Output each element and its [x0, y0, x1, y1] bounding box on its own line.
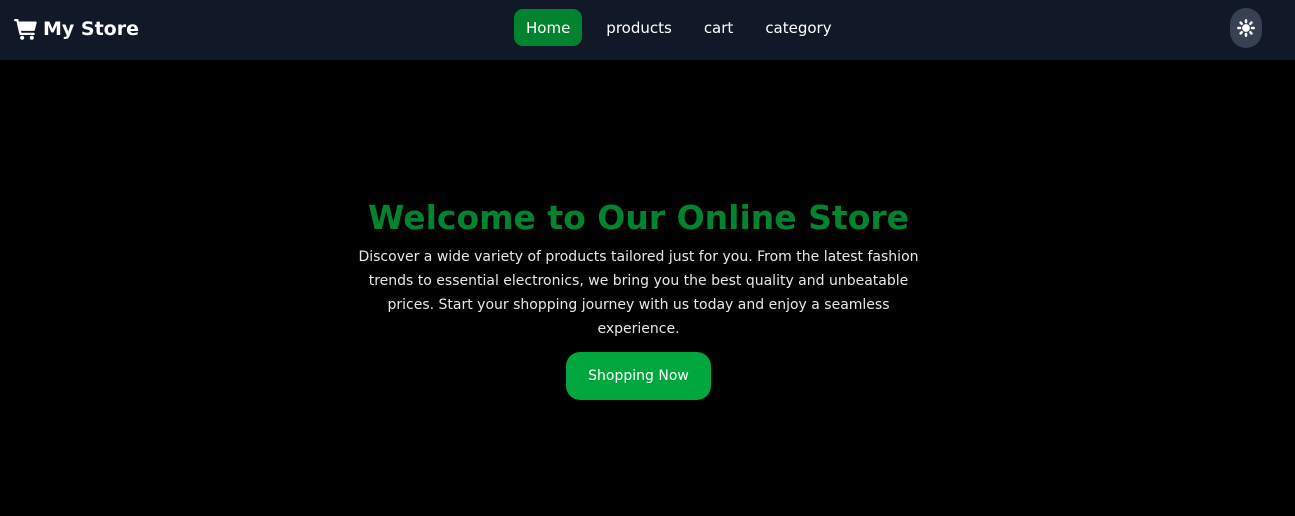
nav-links: Home products cart category — [514, 9, 848, 46]
shopping-now-button[interactable]: Shopping Now — [566, 352, 711, 400]
brand-name: My Store — [43, 18, 139, 40]
hero-section: Welcome to Our Online Store Discover a w… — [0, 60, 1295, 516]
nav-link-products[interactable]: products — [598, 9, 680, 46]
theme-toggle-button[interactable] — [1230, 8, 1262, 48]
hero-content: Welcome to Our Online Store Discover a w… — [355, 196, 922, 400]
hero-title: Welcome to Our Online Store — [367, 198, 910, 237]
nav-link-category[interactable]: category — [757, 9, 839, 46]
nav-link-cart[interactable]: cart — [696, 9, 742, 46]
sun-icon — [1237, 19, 1255, 37]
brand-logo[interactable]: My Store — [14, 16, 139, 42]
shopping-cart-icon — [14, 18, 37, 40]
nav-link-home[interactable]: Home — [514, 9, 583, 46]
top-navbar: My Store Home products cart category — [0, 0, 1295, 60]
hero-description: Discover a wide variety of products tail… — [358, 249, 919, 337]
